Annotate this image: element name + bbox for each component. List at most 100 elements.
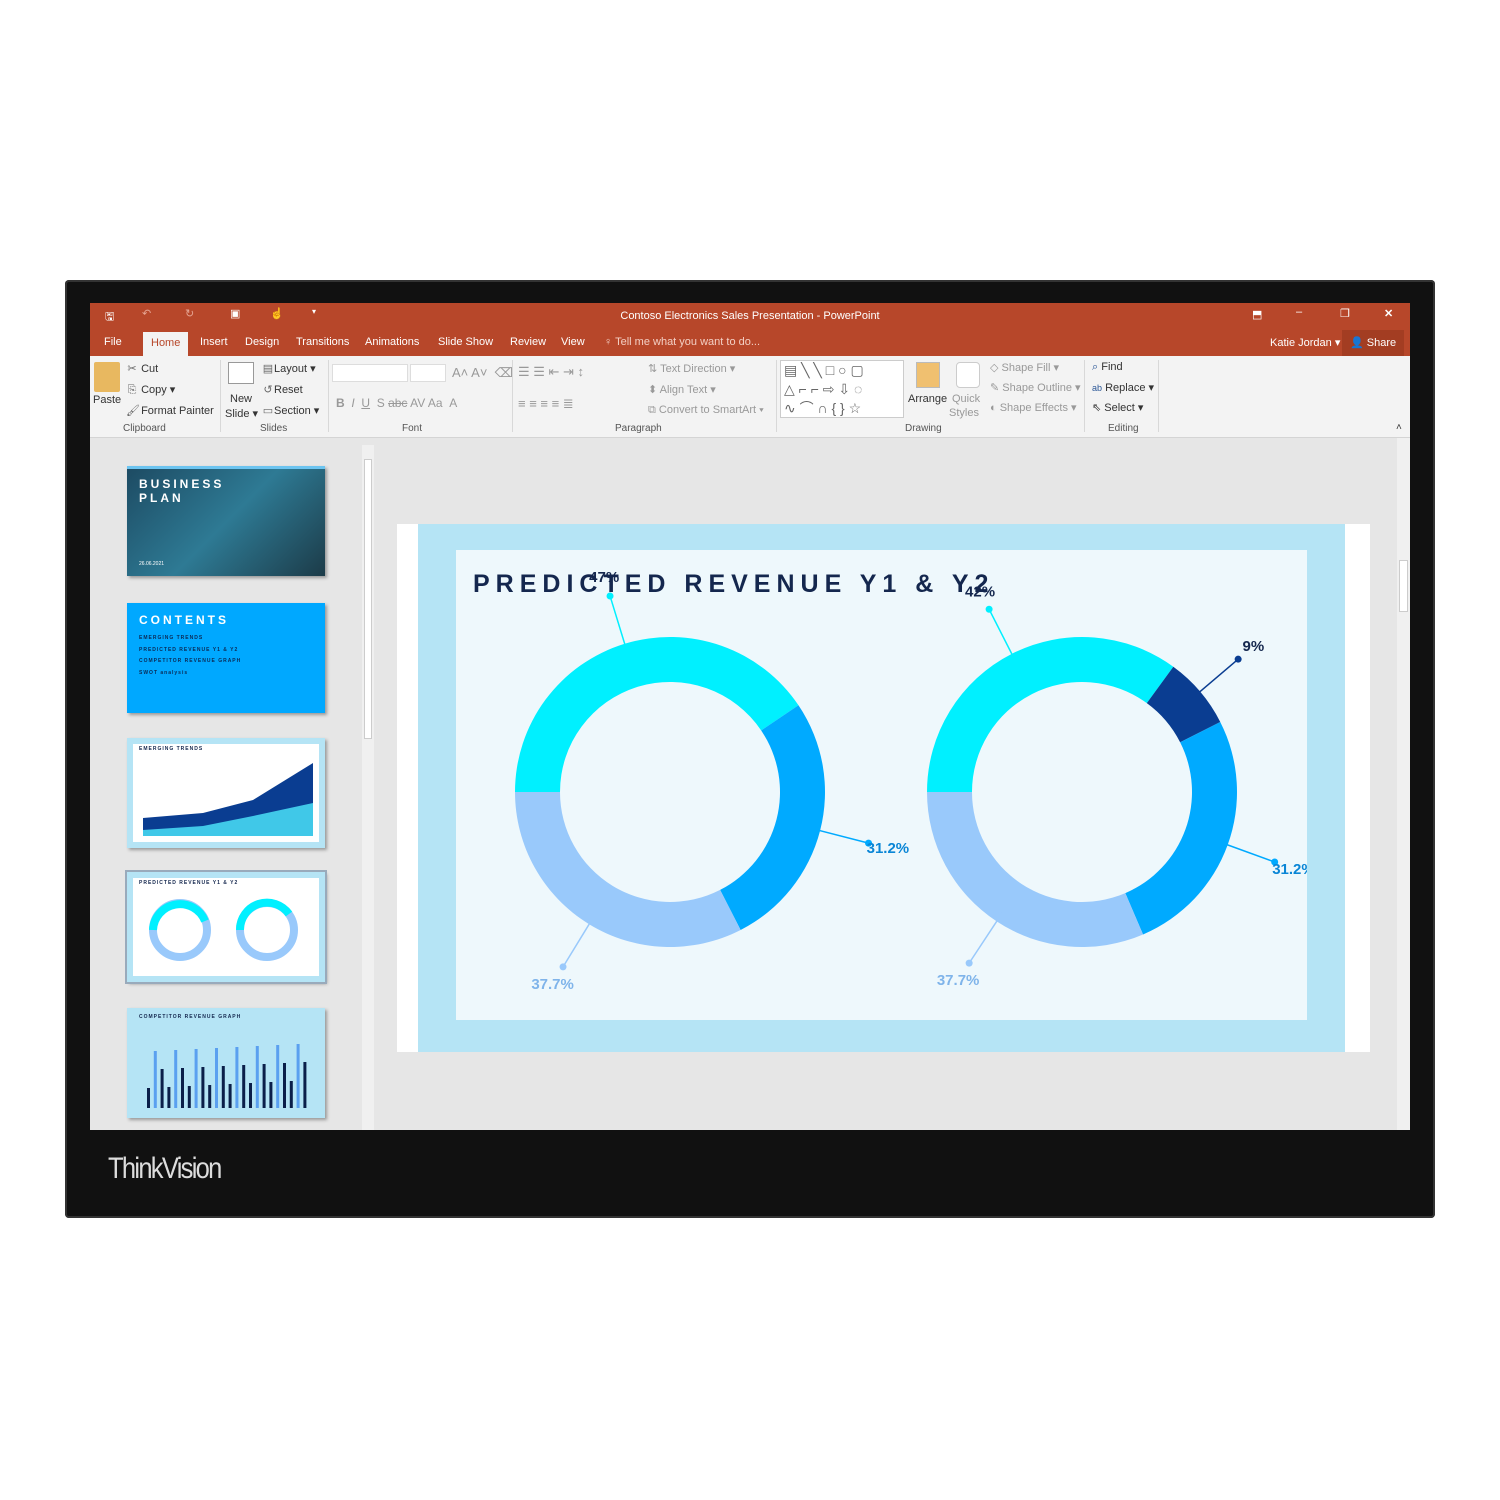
cursor-icon: ⇖ [1092, 402, 1102, 414]
leader-dot [985, 605, 993, 613]
italic-button[interactable]: I [351, 396, 354, 410]
paste-icon[interactable] [94, 362, 120, 392]
ribbon-display-icon[interactable]: ⬒ [1252, 308, 1262, 321]
thumbnail-slide-4[interactable]: PREDICTED REVENUE Y1 & Y2 [125, 870, 327, 984]
new-slide-button[interactable]: New [230, 393, 252, 405]
select-button[interactable]: ⇖ Select ▾ [1092, 401, 1143, 414]
slide-frame: PREDICTED REVENUE Y1 & Y2 47% 31.2% 37.7% 4… [418, 524, 1345, 1052]
shape-fill-button[interactable]: ◇ Shape Fill ▾ [990, 361, 1059, 374]
shape-outline-button[interactable]: ✎ Shape Outline ▾ [990, 381, 1081, 394]
thumbnail-slide-3[interactable]: EMERGING TRENDS [127, 738, 325, 848]
ribbon-tabs: File Home Insert Design Transitions Anim… [90, 330, 1410, 356]
clipboard-group-label: Clipboard [123, 423, 166, 434]
thumbnail-slide-1[interactable]: BUSINESS PLAN 26.06.2021 [127, 466, 325, 576]
slide-scrollbar[interactable] [1397, 438, 1410, 1130]
tab-home[interactable]: Home [143, 332, 189, 356]
format-painter-label: Format Painter [141, 405, 214, 417]
align-text-button[interactable]: ⬍ Align Text ▾ [648, 383, 716, 396]
thumb-bar [221, 1066, 225, 1108]
thumb-bar [262, 1064, 266, 1108]
leader-dot [965, 959, 973, 967]
replace-button[interactable]: ab Replace ▾ [1092, 381, 1154, 394]
list-indent-buttons[interactable]: ☰ ☰ ⇤ ⇥ ↕ [518, 364, 584, 380]
copy-button[interactable]: ⎘ Copy ▾ [126, 383, 176, 397]
tab-insert[interactable]: Insert [200, 336, 228, 348]
find-label: Find [1101, 361, 1123, 373]
donut-segment [1125, 721, 1237, 935]
tab-animations[interactable]: Animations [365, 336, 419, 348]
thumb-bar [160, 1069, 164, 1108]
layout-button[interactable]: ▤Layout ▾ [262, 362, 316, 375]
minimize-icon[interactable]: – [1296, 306, 1302, 318]
title-bar: 🖫 ↶ ↻ ▣ ☝ ▾ Contoso Electronics Sales Pr… [90, 303, 1410, 330]
change-case-button[interactable]: Aa [428, 396, 443, 410]
shape-effects-button[interactable]: ◐ Shape Effects ▾ [990, 401, 1077, 414]
shape-outline-label: Shape Outline [1002, 382, 1072, 394]
shapes-gallery[interactable]: ▤ ╲ ╲ □ ○ ▢ △ ⌐ ⌐ ⇨ ⇩ ◌ ∿ ⌒ ∩ { } ☆ [780, 360, 904, 418]
restore-icon[interactable]: ❐ [1340, 307, 1350, 320]
spacing-button[interactable]: AV [410, 396, 425, 410]
arrange-icon[interactable] [916, 362, 940, 388]
text-direction-button[interactable]: ⇅ Text Direction ▾ [648, 362, 735, 375]
share-button[interactable]: 👤 Share [1342, 330, 1405, 356]
quick-styles-dropdown[interactable]: Styles [949, 407, 979, 419]
powerpoint-window: 🖫 ↶ ↻ ▣ ☝ ▾ Contoso Electronics Sales Pr… [90, 303, 1410, 1130]
cut-button[interactable]: ✂ Cut [126, 362, 158, 375]
find-button[interactable]: ⌕ Find [1092, 361, 1123, 374]
thumbnail-slide-2[interactable]: CONTENTS EMERGING TRENDS PREDICTED REVEN… [127, 603, 325, 713]
leader-line [1218, 840, 1275, 863]
thumb-bar [147, 1088, 150, 1108]
thumb-bar [242, 1065, 246, 1108]
data-label: 31.2% [1272, 861, 1307, 878]
thumb-donut-charts [149, 898, 298, 961]
leader-line [562, 915, 595, 968]
font-format-buttons[interactable]: B I U S abc AV Aa A [336, 396, 457, 410]
arrange-button[interactable]: Arrange [908, 393, 947, 405]
drawing-group-label: Drawing [905, 423, 942, 434]
tab-slide-show[interactable]: Slide Show [438, 336, 493, 348]
scrollbar-thumb[interactable] [1399, 560, 1408, 612]
thumbnail-scrollbar[interactable] [362, 445, 374, 1130]
thumbnail-slide-5[interactable]: COMPETITOR REVENUE GRAPH [127, 1008, 325, 1118]
donut-segment [720, 705, 825, 930]
leader-line [1191, 658, 1239, 699]
thumb-bar [187, 1086, 191, 1108]
data-label: 37.7% [531, 976, 574, 993]
thinkvision-logo: ThinkVision [108, 1152, 222, 1185]
donut-segment [515, 637, 799, 792]
new-slide-icon[interactable] [228, 362, 254, 384]
underline-button[interactable]: U [361, 396, 370, 410]
convert-smartart-button[interactable]: ⧉ Convert to SmartArt ▾ [648, 404, 764, 417]
tab-file[interactable]: File [104, 336, 122, 348]
font-size-controls[interactable]: A˄ A˅ ⌫ [452, 365, 513, 381]
shadow-button[interactable]: S [377, 396, 385, 410]
bold-button[interactable]: B [336, 396, 345, 410]
scrollbar-thumb[interactable] [364, 459, 372, 739]
thumb-bar-chart [147, 1044, 307, 1108]
tab-design[interactable]: Design [245, 336, 279, 348]
alignment-buttons[interactable]: ≡ ≡ ≡ ≡ ≣ [518, 396, 574, 412]
tell-me-search[interactable]: ♀ Tell me what you want to do... [604, 336, 760, 348]
quick-styles-button[interactable]: Quick [952, 393, 980, 405]
strikethrough-button[interactable]: abc [388, 396, 407, 410]
format-painter-button[interactable]: 🖌 Format Painter [126, 404, 214, 417]
new-slide-dropdown[interactable]: Slide ▾ [225, 407, 258, 420]
reset-button[interactable]: ↺Reset [262, 383, 302, 396]
font-name-select[interactable] [332, 364, 408, 382]
font-size-select[interactable] [410, 364, 446, 382]
tab-view[interactable]: View [561, 336, 585, 348]
slide-canvas[interactable]: PREDICTED REVENUE Y1 & Y2 47% 31.2% 37.7% 4… [397, 524, 1370, 1052]
tab-transitions[interactable]: Transitions [296, 336, 349, 348]
section-button[interactable]: ▭Section ▾ [262, 404, 319, 417]
font-color-button[interactable]: A [449, 396, 457, 410]
close-icon[interactable]: ✕ [1384, 307, 1393, 320]
collapse-ribbon-icon[interactable]: ˄ [1396, 422, 1402, 433]
thumb-bar [269, 1082, 273, 1108]
contents-item: EMERGING TRENDS [139, 635, 204, 641]
data-label: 42% [965, 583, 995, 600]
quick-styles-icon[interactable] [956, 362, 980, 388]
tab-review[interactable]: Review [510, 336, 546, 348]
paste-button[interactable]: Paste [93, 394, 121, 406]
thumb-title: CONTENTS [139, 613, 229, 627]
account-menu[interactable]: Katie Jordan ▾ [1270, 336, 1340, 349]
